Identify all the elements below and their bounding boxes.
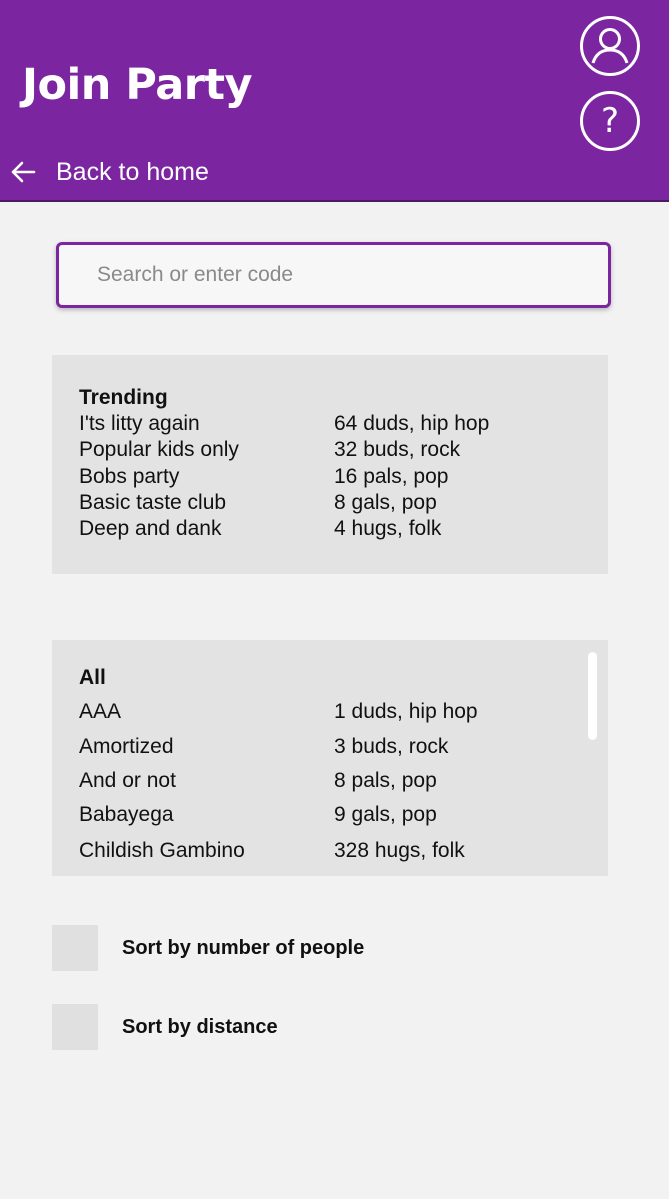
party-name: Popular kids only (79, 438, 239, 461)
help-button[interactable]: ? (580, 91, 640, 151)
sort-by-distance-option[interactable]: Sort by distance (52, 1004, 278, 1050)
arrow-left-icon (11, 161, 36, 183)
party-info: 9 gals, pop (334, 803, 437, 826)
party-name: I'ts litty again (79, 412, 200, 435)
party-name: Amortized (79, 735, 174, 758)
party-name: And or not (79, 769, 176, 792)
party-info: 8 pals, pop (334, 769, 437, 792)
party-info: 8 gals, pop (334, 491, 437, 514)
all-parties-panel[interactable]: All AAA 1 duds, hip hop Amortized 3 buds… (52, 640, 608, 876)
trending-title: Trending (79, 386, 168, 409)
search-field[interactable] (56, 242, 611, 308)
back-to-home-label: Back to home (56, 157, 209, 186)
party-name: AAA (79, 700, 122, 723)
party-name: Deep and dank (79, 517, 222, 540)
party-info: 328 hugs, folk (334, 839, 465, 862)
scrollbar[interactable] (588, 652, 597, 740)
party-name: Childish Gambino (79, 839, 245, 862)
back-to-home-link[interactable]: Back to home (10, 154, 209, 190)
party-name: Babayega (79, 803, 174, 826)
profile-icon (591, 28, 629, 64)
help-icon: ? (600, 101, 620, 141)
sort-by-people-option[interactable]: Sort by number of people (52, 925, 364, 971)
app-header: Join Party ? Back to home (0, 0, 669, 202)
sort-by-people-label: Sort by number of people (122, 936, 365, 959)
search-input[interactable] (97, 245, 597, 305)
party-info: 32 buds, rock (334, 438, 461, 461)
sort-by-distance-checkbox[interactable] (52, 1004, 98, 1050)
trending-panel: Trending I'ts litty again 64 duds, hip h… (52, 355, 608, 574)
party-info: 16 pals, pop (334, 465, 449, 488)
profile-button[interactable] (580, 16, 640, 76)
party-info: 64 duds, hip hop (334, 412, 490, 435)
party-info: 1 duds, hip hop (334, 700, 478, 723)
party-name: Basic taste club (79, 491, 227, 514)
party-name: Bobs party (79, 465, 180, 488)
party-info: 3 buds, rock (334, 735, 449, 758)
party-info: 4 hugs, folk (334, 517, 442, 540)
all-title: All (79, 666, 106, 689)
page-title: Join Party (22, 60, 253, 110)
sort-by-distance-label: Sort by distance (122, 1015, 278, 1038)
sort-by-people-checkbox[interactable] (52, 925, 98, 971)
